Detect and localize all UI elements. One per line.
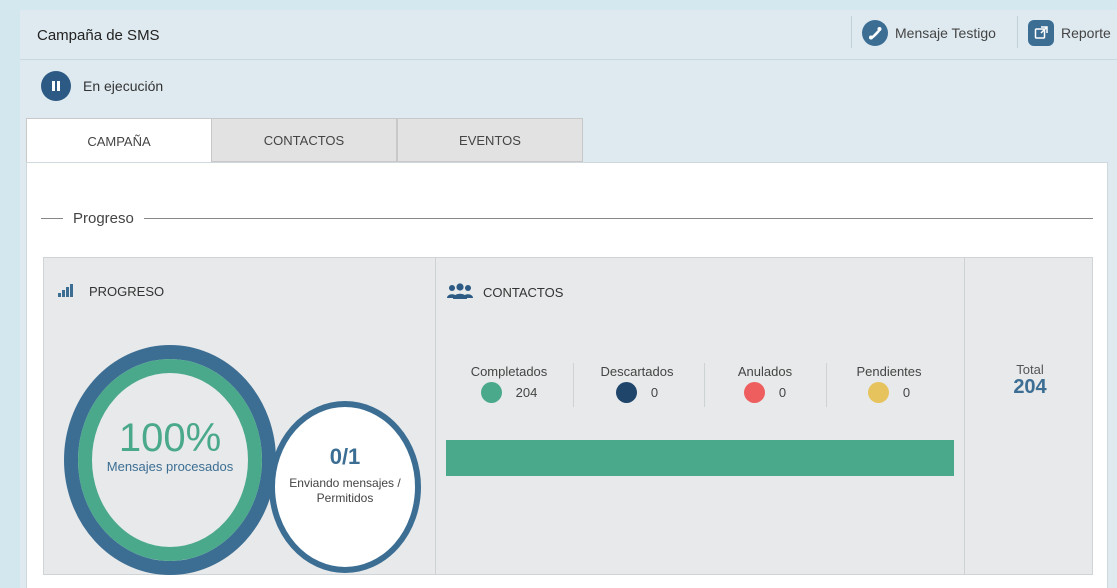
divider bbox=[41, 217, 63, 219]
stat-value: 204 bbox=[515, 385, 538, 400]
total-block: Total 204 bbox=[966, 362, 1094, 397]
tab-eventos[interactable]: EVENTOS bbox=[397, 118, 583, 162]
stat-divider bbox=[826, 363, 827, 407]
anulados-dot bbox=[743, 382, 765, 403]
reporte-label: Reporte bbox=[1061, 25, 1111, 41]
stat-descartados: Descartados 0 bbox=[578, 364, 696, 403]
status-text: En ejecución bbox=[83, 78, 164, 94]
mensaje-testigo-label: Mensaje Testigo bbox=[895, 25, 996, 41]
column-divider bbox=[964, 257, 965, 575]
tab-contactos[interactable]: CONTACTOS bbox=[211, 118, 397, 162]
ratio-label-line2: Permitidos bbox=[316, 491, 374, 505]
progreso-label: PROGRESO bbox=[89, 284, 165, 299]
section-header: Progreso bbox=[41, 206, 1093, 230]
section-title: Progreso bbox=[73, 209, 134, 227]
ratio-value: 0/1 bbox=[329, 444, 361, 469]
stat-pendientes: Pendientes 0 bbox=[830, 364, 948, 403]
total-value: 204 bbox=[1013, 376, 1047, 398]
external-link-icon bbox=[1028, 20, 1054, 46]
header-divider bbox=[1017, 16, 1018, 48]
percent-label: Mensajes procesados bbox=[106, 459, 234, 474]
descartados-dot bbox=[615, 382, 637, 403]
tab-campana[interactable]: CAMPAÑA bbox=[26, 118, 212, 163]
stat-label: Descartados bbox=[600, 364, 674, 379]
contactos-panel-title: CONTACTOS bbox=[447, 283, 563, 302]
stat-value: 0 bbox=[778, 385, 787, 400]
pause-icon[interactable] bbox=[41, 71, 71, 101]
pendientes-dot bbox=[867, 382, 889, 403]
progreso-panel-title: PROGRESO bbox=[58, 283, 164, 300]
divider bbox=[143, 217, 1093, 219]
contactos-label: CONTACTOS bbox=[483, 285, 564, 300]
stat-anulados: Anulados 0 bbox=[706, 364, 824, 403]
percent-processed: 100% bbox=[118, 416, 222, 460]
stat-value: 0 bbox=[650, 385, 659, 400]
signal-bars-icon bbox=[58, 283, 76, 300]
mensaje-testigo-button[interactable]: Mensaje Testigo bbox=[862, 18, 996, 48]
users-icon bbox=[447, 283, 473, 302]
ratio-label-line1: Enviando mensajes / bbox=[289, 476, 401, 490]
column-divider bbox=[435, 257, 436, 575]
contacts-progress-fill bbox=[446, 440, 954, 476]
stat-label: Anulados bbox=[737, 364, 793, 379]
reporte-button[interactable]: Reporte bbox=[1028, 18, 1111, 48]
contacts-progress-bar bbox=[446, 440, 954, 476]
page-title: Campaña de SMS bbox=[37, 27, 160, 44]
stat-completados: Completados 204 bbox=[450, 364, 568, 403]
header-divider bbox=[851, 16, 852, 48]
top-band bbox=[0, 0, 1117, 10]
campaign-status: En ejecución bbox=[41, 71, 163, 101]
stat-value: 0 bbox=[902, 385, 911, 400]
stat-label: Completados bbox=[470, 364, 548, 379]
total-label: Total bbox=[1016, 362, 1044, 377]
app-header: Campaña de SMS Mensaje Testigo Reporte bbox=[20, 10, 1117, 60]
completados-dot bbox=[480, 382, 502, 403]
stat-divider bbox=[704, 363, 705, 407]
ratio-label: Enviando mensajes / Permitidos bbox=[275, 476, 415, 506]
stat-divider bbox=[573, 363, 574, 407]
phone-icon bbox=[862, 20, 888, 46]
stat-label: Pendientes bbox=[856, 364, 922, 379]
